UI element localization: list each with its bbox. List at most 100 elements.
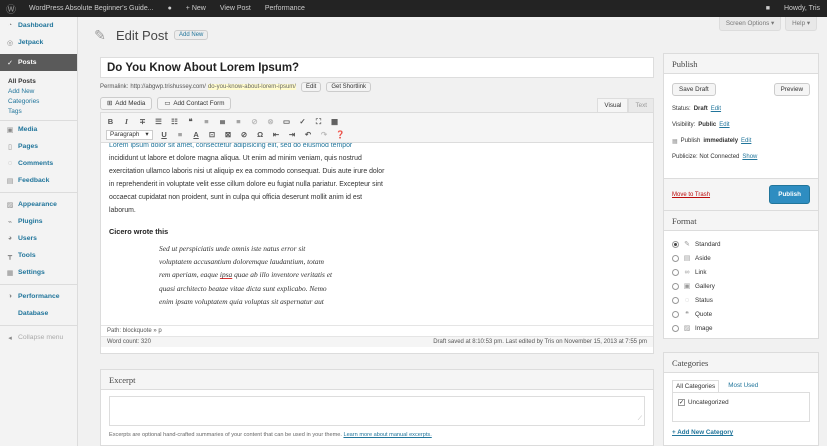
menu-users[interactable]: ◕ Users (0, 230, 77, 247)
radio-button[interactable] (672, 240, 679, 248)
menu-settings[interactable]: ▦ Settings (0, 264, 77, 281)
view-post-link[interactable]: View Post (213, 5, 258, 12)
align-left-icon[interactable]: ≡ (202, 117, 211, 126)
howdy-user-menu[interactable]: Howdy, Tris (777, 5, 827, 12)
excerpt-textarea[interactable]: ⟋ (109, 396, 645, 426)
categories-box-title[interactable]: Categories (664, 353, 818, 373)
radio-button[interactable] (672, 282, 679, 290)
undo-icon[interactable]: ↶ (304, 130, 313, 139)
add-new-category-link[interactable]: + Add New Category (664, 422, 818, 443)
add-media-button[interactable]: ⊞ Add Media (100, 96, 153, 110)
kitchen-sink-icon[interactable]: ▦ (330, 117, 339, 126)
get-shortlink-button[interactable]: Get Shortlink (326, 82, 372, 92)
site-name-link[interactable]: WordPress Absolute Beginner's Guide... (22, 5, 161, 12)
resize-grip-icon[interactable]: ⟋ (638, 416, 642, 423)
submenu-tags[interactable]: Tags (0, 106, 77, 116)
menu-appearance[interactable]: ▨ Appearance (0, 196, 77, 213)
help-icon[interactable]: ❓ (336, 130, 345, 139)
edit-permalink-button[interactable]: Edit (300, 82, 322, 92)
collapse-menu-button[interactable]: ◂ Collapse menu (0, 329, 77, 346)
add-contact-form-button[interactable]: ▭ Add Contact Form (157, 96, 232, 110)
text-color-icon[interactable]: A (192, 130, 201, 139)
menu-pages[interactable]: ▯ Pages (0, 138, 77, 155)
learn-more-excerpts-link[interactable]: Learn more about manual excerpts. (343, 432, 431, 438)
submenu-all-posts[interactable]: All Posts (0, 76, 77, 86)
help-button[interactable]: Help ▾ (785, 17, 817, 31)
format-option-status[interactable]: ◌ Status (664, 293, 818, 307)
menu-plugins[interactable]: ⌁ Plugins (0, 213, 77, 230)
format-option-link[interactable]: ∞ Link (664, 265, 818, 279)
menu-feedback[interactable]: ▤ Feedback (0, 172, 77, 189)
format-option-quote[interactable]: ❝ Quote (664, 307, 818, 321)
spellcheck-icon[interactable]: ✓ (298, 117, 307, 126)
numbered-list-icon[interactable]: ☷ (170, 117, 179, 126)
format-option-aside[interactable]: ▤ Aside (664, 251, 818, 265)
paste-text-icon[interactable]: ⊡ (208, 130, 217, 139)
post-title-input[interactable]: Do You Know About Lorem Ipsum? (100, 57, 654, 78)
preview-button[interactable]: Preview (773, 83, 810, 96)
menu-media[interactable]: ▣ Media (0, 121, 77, 138)
tab-all-categories[interactable]: All Categories (672, 380, 720, 392)
unlink-icon[interactable]: ⊗ (266, 117, 275, 126)
comments-icon[interactable]: ● (161, 5, 179, 12)
menu-tools[interactable]: ┳ Tools (0, 247, 77, 264)
bold-icon[interactable]: B (106, 117, 115, 126)
move-to-trash-link[interactable]: Move to Trash (672, 192, 710, 198)
fullscreen-icon[interactable]: ⛶ (314, 117, 323, 127)
outdent-icon[interactable]: ⇤ (272, 130, 281, 139)
paste-word-icon[interactable]: ⊠ (224, 130, 233, 139)
wordpress-logo-icon[interactable]: Ⓦ (0, 1, 22, 16)
radio-button[interactable] (672, 310, 679, 318)
radio-button[interactable] (672, 324, 679, 332)
align-center-icon[interactable]: ≣ (218, 117, 227, 126)
radio-button[interactable] (672, 268, 679, 276)
submenu-categories[interactable]: Categories (0, 96, 77, 106)
align-right-icon[interactable]: ≡ (234, 117, 243, 126)
blockquote-icon[interactable]: ❝ (186, 117, 195, 126)
radio-button[interactable] (672, 254, 679, 262)
menu-performance[interactable]: ◑ Performance (0, 288, 77, 305)
publish-button[interactable]: Publish (769, 185, 810, 204)
more-tag-icon[interactable]: ▭ (282, 117, 291, 126)
editor-content-area[interactable]: Lorem ipsum dolor sit amet, consectetur … (101, 143, 653, 325)
submenu-add-new[interactable]: Add New (0, 86, 77, 96)
notification-icon[interactable]: ■ (759, 5, 777, 12)
edit-visibility-link[interactable]: Edit (719, 122, 729, 128)
menu-posts[interactable]: ✓ Posts (0, 54, 77, 71)
tab-most-used[interactable]: Most Used (725, 380, 761, 392)
edit-schedule-link[interactable]: Edit (741, 138, 751, 144)
excerpt-title[interactable]: Excerpt (101, 370, 653, 390)
italic-icon[interactable]: I (122, 117, 131, 126)
insert-link-icon[interactable]: ⊘ (250, 117, 259, 126)
bullet-list-icon[interactable]: ☰ (154, 117, 163, 126)
edit-status-link[interactable]: Edit (711, 106, 721, 112)
justify-icon[interactable]: ≡ (176, 130, 185, 139)
category-checkbox[interactable]: ✓ (678, 399, 685, 406)
publish-box-title[interactable]: Publish (664, 54, 818, 74)
new-content-menu[interactable]: + New (179, 5, 213, 12)
clear-formatting-icon[interactable]: ⊘ (240, 130, 249, 139)
underline-icon[interactable]: U (160, 130, 169, 139)
redo-icon[interactable]: ↷ (320, 130, 329, 139)
menu-comments[interactable]: ◌ Comments (0, 155, 77, 172)
menu-dashboard[interactable]: ◔ Dashboard (0, 17, 77, 34)
format-option-image[interactable]: ▨ Image (664, 321, 818, 335)
performance-menu[interactable]: Performance (258, 5, 312, 12)
show-publicize-link[interactable]: Show (742, 154, 757, 160)
format-select[interactable]: Paragraph ▾ (106, 129, 153, 140)
indent-icon[interactable]: ⇥ (288, 130, 297, 139)
save-draft-button[interactable]: Save Draft (672, 83, 716, 96)
screen-options-button[interactable]: Screen Options ▾ (718, 17, 782, 31)
tab-visual[interactable]: Visual (597, 98, 629, 112)
tab-text[interactable]: Text (628, 98, 654, 112)
special-char-icon[interactable]: Ω (256, 130, 265, 139)
format-box-title[interactable]: Format (664, 211, 818, 231)
permalink-slug[interactable]: do-you-know-about-lorem-ipsum/ (207, 84, 296, 90)
menu-database[interactable]: Database (0, 305, 77, 322)
format-option-gallery[interactable]: ▣ Gallery (664, 279, 818, 293)
format-option-standard[interactable]: ✎ Standard (664, 237, 818, 251)
strikethrough-icon[interactable]: ∓ (138, 117, 147, 126)
radio-button[interactable] (672, 296, 679, 304)
add-new-post-button[interactable]: Add New (174, 30, 209, 40)
menu-jetpack[interactable]: ◎ Jetpack (0, 34, 77, 51)
